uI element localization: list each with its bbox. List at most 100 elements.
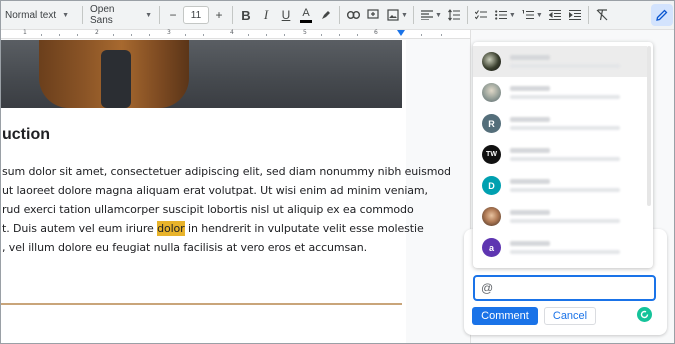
highlighted-word[interactable]: dolor — [157, 221, 185, 236]
chevron-down-icon: ▼ — [62, 11, 70, 19]
text-color-swatch — [300, 19, 312, 23]
align-button[interactable] — [418, 4, 436, 26]
bulleted-list-button[interactable] — [492, 4, 510, 26]
add-comment-button[interactable] — [364, 4, 382, 26]
mention-item[interactable] — [473, 77, 647, 108]
text-color-icon: A — [302, 6, 310, 19]
insert-image-button[interactable] — [384, 4, 402, 26]
line-spacing-button[interactable] — [445, 4, 463, 26]
editing-mode-button[interactable] — [651, 4, 673, 26]
body-text-span: t. Duis autem vel eum iriure — [2, 222, 158, 235]
avatar — [482, 52, 501, 71]
mention-item[interactable] — [473, 201, 647, 232]
ruler-number: 1 — [23, 29, 27, 36]
redacted-name — [510, 86, 550, 91]
redacted-name — [510, 241, 550, 246]
numbered-list-icon — [522, 10, 534, 19]
horizontal-ruler[interactable]: 1 2 3 4 5 6 — [1, 29, 471, 39]
chevron-down-icon: ▼ — [145, 11, 152, 19]
checklist-button[interactable] — [472, 4, 490, 26]
decrease-indent-button[interactable] — [546, 4, 564, 26]
redacted-email — [510, 250, 620, 254]
highlight-icon — [322, 11, 330, 19]
chevron-down-icon: ▼ — [434, 11, 442, 19]
ruler-number: 2 — [95, 29, 99, 36]
ruler-tick — [41, 34, 42, 36]
ruler-tick — [441, 34, 442, 36]
redacted-name — [510, 117, 550, 122]
text-color-button[interactable]: A — [297, 4, 315, 26]
body-line: sum dolor sit amet, consectetuer adipisc… — [2, 165, 451, 178]
ruler-tick — [185, 34, 186, 36]
insert-link-button[interactable] — [344, 4, 362, 26]
avatar: a — [482, 238, 501, 257]
bold-button[interactable]: B — [237, 4, 255, 26]
grammarly-ring-icon — [640, 310, 649, 319]
numbered-list-button[interactable] — [519, 4, 537, 26]
ruler-tick — [77, 34, 78, 36]
clear-formatting-icon — [596, 9, 608, 21]
ruler-number: 6 — [374, 29, 378, 36]
mention-item[interactable]: a — [473, 232, 647, 263]
highlight-color-button[interactable] — [317, 4, 335, 26]
pencil-icon — [656, 9, 668, 21]
increase-indent-button[interactable] — [566, 4, 584, 26]
avatar: TW — [482, 145, 501, 164]
mention-suggestions-list[interactable]: R TW D a — [473, 42, 653, 268]
avatar — [482, 207, 501, 226]
body-line: rud exerci tation ullamcorper suscipit l… — [2, 203, 414, 216]
document-body[interactable]: sum dolor sit amet, consectetuer adipisc… — [2, 162, 451, 257]
mention-item[interactable]: D — [473, 170, 647, 201]
chevron-down-icon: ▼ — [535, 11, 543, 19]
ruler-tick — [357, 34, 358, 36]
align-left-icon — [420, 10, 433, 20]
chevron-down-icon: ▼ — [508, 11, 516, 19]
decrease-font-size-button[interactable]: − — [164, 4, 182, 26]
clear-formatting-button[interactable] — [593, 4, 611, 26]
mention-item[interactable] — [473, 46, 647, 77]
italic-button[interactable]: I — [257, 4, 275, 26]
comment-input[interactable] — [473, 275, 656, 301]
redacted-email — [510, 188, 620, 192]
ruler-tick — [113, 34, 114, 36]
redacted-email — [510, 157, 620, 161]
paragraph-style-label: Normal text — [5, 9, 57, 21]
ruler-number: 3 — [167, 29, 171, 36]
redacted-email — [510, 64, 620, 68]
increase-font-size-button[interactable]: + — [210, 4, 228, 26]
link-icon — [346, 11, 360, 19]
redacted-name — [510, 210, 550, 215]
chevron-down-icon: ▼ — [401, 11, 408, 19]
decrease-indent-icon — [548, 10, 561, 20]
redacted-name — [510, 148, 550, 153]
ruler-tick — [248, 34, 249, 36]
header-photo[interactable] — [1, 40, 402, 108]
toolbar-divider — [159, 6, 160, 24]
redacted-email — [510, 126, 620, 130]
paragraph-style-select[interactable]: Normal text ▼ — [1, 4, 79, 26]
toolbar-divider — [412, 6, 414, 24]
horizontal-rule — [1, 303, 402, 305]
document-page[interactable]: uction sum dolor sit amet, consectetuer … — [1, 40, 451, 343]
font-size-input[interactable]: 11 — [183, 6, 209, 24]
redacted-email — [510, 95, 620, 99]
font-family-select[interactable]: Open Sans ▼ — [86, 4, 156, 26]
grammarly-icon[interactable] — [637, 307, 652, 322]
ruler-tick — [421, 34, 422, 36]
mention-item[interactable]: TW — [473, 139, 647, 170]
underline-icon: U — [281, 8, 291, 22]
body-line: , vel illum dolore eu feugiat nulla faci… — [2, 241, 368, 254]
mention-list-scrollbar[interactable] — [647, 46, 651, 206]
mention-item[interactable]: R — [473, 108, 647, 139]
toolbar-divider — [339, 6, 340, 24]
ruler-tick — [59, 34, 60, 36]
bold-icon: B — [241, 7, 251, 23]
cancel-button[interactable]: Cancel — [544, 307, 596, 325]
redacted-name — [510, 179, 550, 184]
comment-button[interactable]: Comment — [472, 307, 538, 325]
ruler-tick — [203, 34, 204, 36]
app-window: Normal text ▼ Open Sans ▼ − 11 + B I U A — [0, 0, 675, 344]
underline-button[interactable]: U — [277, 4, 295, 26]
checklist-icon — [474, 10, 487, 20]
right-indent-marker[interactable] — [397, 30, 405, 36]
